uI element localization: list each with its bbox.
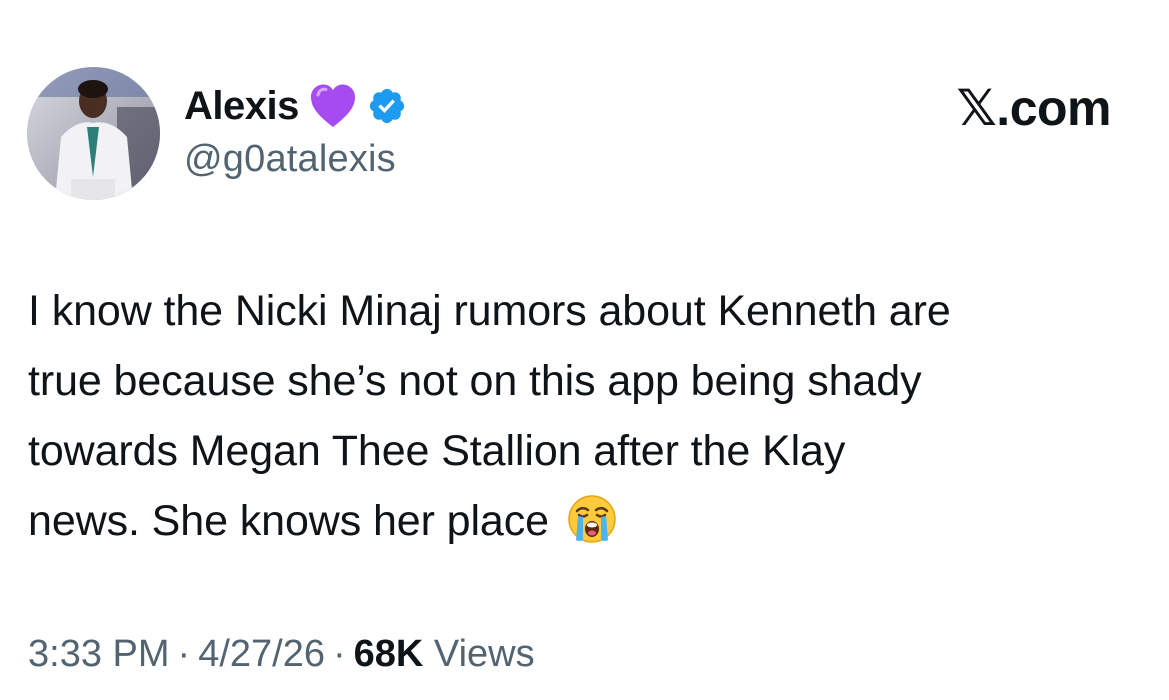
author-block: Alexis @g0atalexis bbox=[184, 82, 407, 182]
avatar[interactable] bbox=[27, 67, 160, 200]
name-row: Alexis bbox=[184, 82, 407, 130]
verified-badge-icon[interactable] bbox=[367, 86, 407, 126]
avatar-photo bbox=[27, 67, 160, 200]
tweet-meta: 3:33 PM · 4/27/26 · 68K Views bbox=[28, 626, 535, 682]
tweet-text-line: I know the Nicki Minaj rumors about Kenn… bbox=[28, 287, 951, 335]
tweet-text: I know the Nicki Minaj rumors about Kenn… bbox=[28, 276, 1143, 556]
tweet-time[interactable]: 3:33 PM bbox=[28, 633, 170, 675]
views-count: 68K bbox=[353, 633, 424, 675]
tweet-text-line: news. She knows her place bbox=[28, 497, 549, 545]
tweet-text-line: towards Megan Thee Stallion after the Kl… bbox=[28, 427, 846, 475]
views-label: Views bbox=[433, 633, 535, 675]
purple-heart-icon bbox=[309, 83, 357, 129]
x-com-brand-label: 𝕏.com bbox=[956, 80, 1112, 136]
tweet-date[interactable]: 4/27/26 bbox=[198, 633, 325, 675]
meta-separator: · bbox=[177, 633, 191, 675]
display-name[interactable]: Alexis bbox=[184, 82, 299, 130]
tweet-text-line-last: news. She knows her place bbox=[28, 486, 1143, 556]
tweet-text-line: true because she’s not on this app being… bbox=[28, 357, 922, 405]
author-handle[interactable]: @g0atalexis bbox=[184, 136, 407, 182]
loudly-crying-face-icon bbox=[567, 494, 617, 544]
meta-separator: · bbox=[332, 633, 346, 675]
tweet-card: Alexis @g0atalexis 𝕏.com I know the Nick… bbox=[0, 0, 1169, 700]
